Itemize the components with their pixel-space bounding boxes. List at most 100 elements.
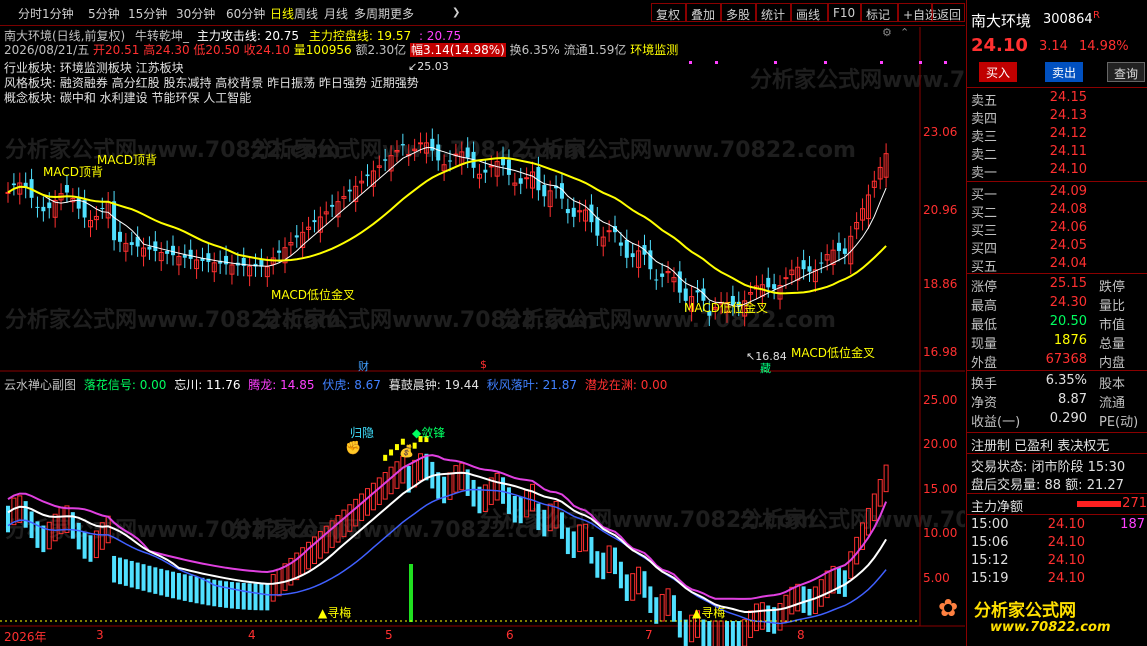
sub-bar [29, 511, 34, 539]
sub-bar [606, 545, 612, 574]
period-tab[interactable]: 60分钟 [226, 5, 265, 22]
period-tab[interactable]: 日线 [270, 5, 294, 22]
candle-body [624, 239, 629, 258]
sub-bar [200, 577, 205, 605]
candle-body [400, 144, 405, 146]
tick-price: 24.10 [1047, 535, 1085, 550]
sub-bar [88, 535, 93, 562]
period-tab[interactable]: 月线 [324, 5, 348, 22]
period-tab[interactable]: 15分钟 [128, 5, 167, 22]
trade-state: 交易状态: 闭市阶段 15:30 [971, 460, 1126, 475]
sub-bar [624, 574, 629, 601]
dividend-marker[interactable]: $ [480, 358, 487, 371]
candle-body [64, 185, 69, 193]
sub-tick: 20.00 [923, 437, 958, 451]
bid-row: 买一 24.09 [969, 184, 1145, 203]
sub-bar [253, 583, 258, 611]
candle-body [206, 253, 211, 262]
sub-bar [848, 551, 854, 579]
macd-golden-cross: MACD低位金叉 [791, 346, 875, 360]
row-label: 涨停 [971, 280, 998, 295]
period-tab[interactable]: 5分钟 [88, 5, 120, 22]
candle-body [153, 241, 158, 252]
indicator-qianlong: 潜龙在渊: 0.00 [584, 378, 668, 392]
candle-body [842, 248, 847, 254]
sub-bar [370, 482, 376, 511]
sub-bar [112, 555, 117, 583]
sell-button[interactable]: 卖出 [1045, 62, 1083, 82]
tick-time: 15:12 [971, 553, 1009, 568]
row-value: 24.09 [1049, 184, 1087, 199]
toolbar-button[interactable]: 返回 [932, 3, 965, 22]
ask-row: 卖一 24.10 [969, 162, 1145, 181]
toolbar-button[interactable]: 复权 [651, 3, 686, 22]
sub-bar [518, 496, 523, 524]
row-label: 净资 [971, 396, 998, 411]
toolbar-button[interactable]: 画线 [791, 3, 828, 22]
candle-body [312, 220, 317, 223]
buy-button[interactable]: 买入 [979, 62, 1017, 82]
candle-body [330, 204, 335, 207]
signal-dot [715, 61, 718, 64]
candle-body [518, 178, 523, 184]
price-tick: 20.96 [923, 203, 958, 217]
sub-tick: 15.00 [923, 482, 958, 496]
period-tab[interactable]: 周线 [294, 5, 318, 22]
after-hours: 盘后交易量: 88 额: 21.27 [971, 478, 1124, 493]
sub-bar [601, 552, 606, 580]
signal-dot [880, 61, 883, 64]
sub-bar [159, 568, 164, 596]
toolbar-button[interactable]: 叠加 [686, 3, 721, 22]
row-value: 24.06 [1049, 220, 1087, 235]
candle-body [35, 206, 40, 208]
ask-row: 卖四 24.13 [969, 108, 1145, 127]
toolbar-button[interactable]: 多股 [721, 3, 756, 22]
period-tab[interactable]: 1分钟 [42, 5, 74, 22]
bid-row: 买三 24.06 [969, 220, 1145, 239]
tick-time: 15:19 [971, 571, 1009, 586]
row-label: 换手 [971, 377, 998, 392]
quote-volume: 量100956 [293, 43, 352, 57]
sub-bar [512, 495, 517, 523]
candle-body [836, 242, 841, 252]
concept-sector: 概念板块: 碳中和 水利建设 节能环保 人工智能 [4, 91, 252, 105]
sub-bar [665, 588, 671, 616]
price-tick: 16.98 [923, 345, 958, 359]
query-button[interactable]: 查询 [1107, 62, 1145, 82]
sub-bar [818, 579, 824, 607]
toggle-up-icon[interactable]: ⌃ [900, 26, 909, 39]
candle-body [418, 142, 424, 145]
row-value: 24.08 [1049, 202, 1087, 217]
sub-bar [129, 560, 134, 588]
candle-body [347, 189, 352, 192]
lianfeng-label: ◆敛锋 [412, 426, 446, 440]
quote-date: 2026/08/21/五 [4, 43, 90, 57]
chart-area[interactable]: 分析家公式网www.70822.com 分析家公式网www.70822.com 分析… [0, 26, 965, 646]
quote-concept: 环境监测 [630, 43, 679, 57]
period-tab[interactable]: 30分钟 [176, 5, 215, 22]
quote-panel: 南大环境 300864 R 24.10 3.14 14.98% 买入 卖出 查询… [966, 0, 1147, 646]
toolbar-button[interactable]: F10 [828, 3, 861, 22]
money-bag-icon: 💰 [399, 444, 414, 458]
candle-body [165, 250, 170, 254]
sub-bar [648, 586, 653, 613]
tick-price: 24.10 [1047, 553, 1085, 568]
toolbar-button[interactable]: +自选 [898, 3, 937, 22]
candle-body [100, 207, 105, 209]
toolbar-button[interactable]: 标记 [861, 3, 898, 22]
indicator-mugu: 暮鼓晨钟: 19.44 [388, 378, 479, 392]
period-tab[interactable]: 更多 [390, 5, 414, 22]
signal-dot [824, 61, 827, 64]
candle-body [483, 169, 488, 173]
price-change: 3.14 [1039, 39, 1068, 54]
chart-canvas[interactable]: 分析家公式网www.70822.com 分析家公式网www.70822.com 分析… [0, 27, 965, 646]
period-tab[interactable]: 分时 [18, 5, 42, 22]
sub-bar [659, 593, 665, 622]
candle-body [41, 206, 46, 212]
toolbar-button[interactable]: 统计 [756, 3, 791, 22]
finance-marker[interactable]: 财 [358, 358, 369, 374]
ma-control-line [7, 156, 887, 295]
period-tab[interactable]: 多周期 [354, 5, 390, 22]
gear-icon[interactable]: ⚙ [882, 26, 892, 39]
candle-body [76, 197, 81, 209]
